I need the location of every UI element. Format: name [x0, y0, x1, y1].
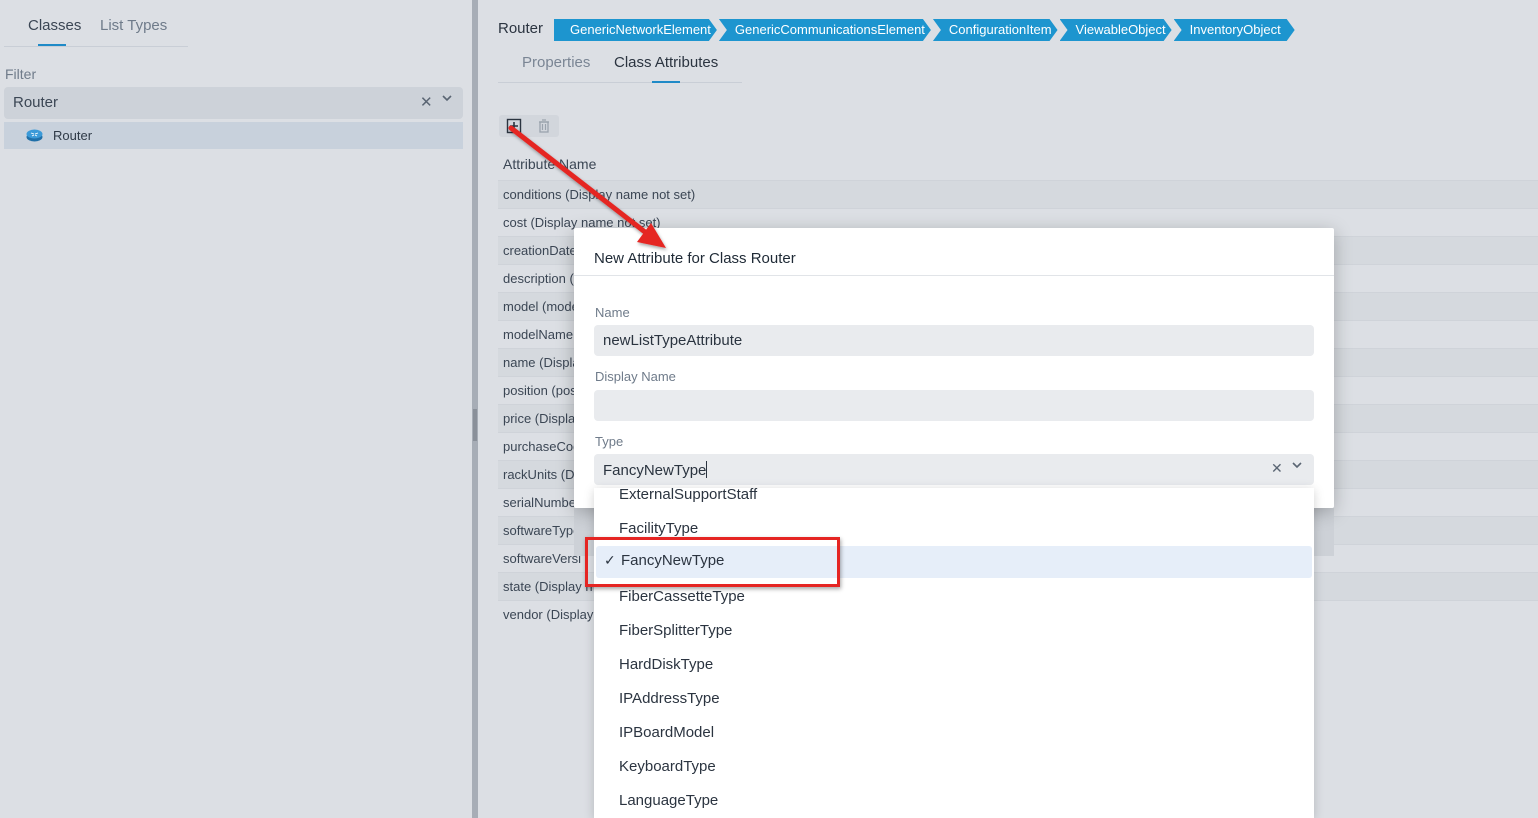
detail-tab-bar: Properties Class Attributes: [498, 45, 742, 83]
clear-icon[interactable]: ✕: [1271, 460, 1283, 477]
display-name-label: Display Name: [595, 369, 676, 384]
dropdown-option[interactable]: LanguageType: [594, 786, 1310, 818]
breadcrumb-item[interactable]: ConfigurationItem: [933, 19, 1058, 41]
tab-properties[interactable]: Properties: [522, 54, 590, 71]
trash-icon[interactable]: [536, 118, 552, 134]
dropdown-option[interactable]: ExternalSupportStaff: [594, 488, 1310, 512]
dropdown-option[interactable]: KeyboardType: [594, 752, 1310, 784]
attribute-name-column-header[interactable]: Attribute Name: [503, 156, 596, 172]
chevron-down-icon[interactable]: [1291, 459, 1303, 474]
breadcrumb: GenericNetworkElement GenericCommunicati…: [554, 19, 1297, 41]
dropdown-option[interactable]: HardDiskType: [594, 650, 1310, 682]
filter-combobox[interactable]: Router ✕: [4, 87, 463, 119]
chevron-down-icon[interactable]: [441, 92, 453, 107]
class-title: Router: [498, 20, 544, 37]
filter-label: Filter: [5, 66, 37, 82]
active-tab-indicator: [652, 81, 680, 83]
attributes-toolbar: [499, 115, 559, 137]
splitter-handle[interactable]: [473, 409, 477, 441]
dropdown-option[interactable]: IPBoardModel: [594, 718, 1310, 750]
dropdown-option[interactable]: IPAddressType: [594, 684, 1310, 716]
breadcrumb-item[interactable]: GenericCommunicationsElement: [719, 19, 931, 41]
breadcrumb-item[interactable]: InventoryObject: [1174, 19, 1295, 41]
display-name-field[interactable]: [594, 390, 1314, 421]
tab-list-types[interactable]: List Types: [100, 17, 167, 34]
attribute-row[interactable]: conditions (Display name not set): [498, 180, 1538, 208]
tab-class-attributes[interactable]: Class Attributes: [614, 54, 718, 71]
new-attribute-dialog: New Attribute for Class Router Name newL…: [574, 228, 1334, 508]
breadcrumb-item[interactable]: GenericNetworkElement: [554, 19, 717, 41]
left-tab-bar: Classes List Types: [4, 0, 188, 47]
tree-item-label: Router: [53, 128, 93, 143]
name-value[interactable]: newListTypeAttribute: [603, 332, 742, 349]
filter-value[interactable]: Router: [13, 94, 58, 111]
dialog-title: New Attribute for Class Router: [594, 250, 796, 267]
class-navigator-panel: Classes List Types Filter Router ✕ Route…: [0, 0, 472, 818]
breadcrumb-item[interactable]: ViewableObject: [1060, 19, 1172, 41]
router-icon: [26, 129, 43, 142]
dialog-divider: [574, 275, 1334, 276]
clear-icon[interactable]: ✕: [420, 93, 433, 111]
name-label: Name: [595, 305, 630, 320]
type-label: Type: [595, 434, 624, 449]
dropdown-option[interactable]: FiberSplitterType: [594, 616, 1310, 648]
active-tab-indicator: [38, 44, 66, 46]
add-icon[interactable]: [506, 118, 522, 134]
name-field[interactable]: newListTypeAttribute: [594, 325, 1314, 356]
tab-classes[interactable]: Classes: [28, 17, 81, 34]
type-value[interactable]: FancyNewType: [603, 461, 708, 479]
text-caret: [706, 461, 708, 478]
annotation-highlight-box: [585, 537, 840, 587]
type-combobox[interactable]: FancyNewType ✕: [594, 454, 1314, 485]
tree-item-router[interactable]: Router: [4, 122, 463, 149]
